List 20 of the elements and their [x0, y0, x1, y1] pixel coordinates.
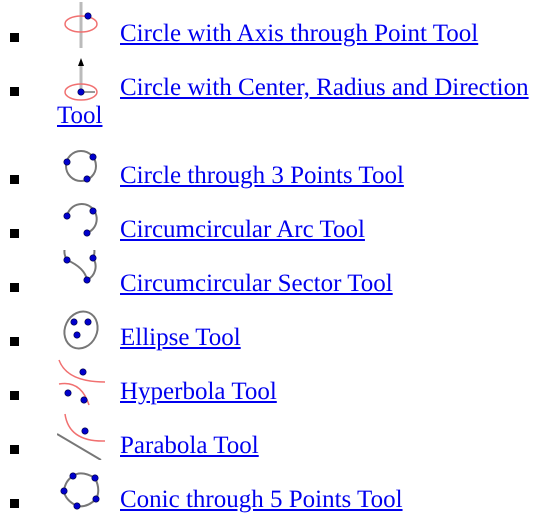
- tool-link[interactable]: Circumcircular Sector Tool: [57, 250, 545, 298]
- tool-link[interactable]: Conic through 5 Points Tool: [57, 466, 545, 514]
- tool-link[interactable]: Ellipse Tool: [57, 304, 545, 352]
- tool-link[interactable]: Parabola Tool: [57, 412, 545, 460]
- bullet-mark: [10, 229, 19, 238]
- hyperbola-icon: [57, 358, 105, 406]
- bullet-mark: [10, 391, 19, 400]
- tool-link[interactable]: Circle with Center, Radius and Direction Tool: [57, 54, 545, 130]
- parabola-icon: [57, 412, 105, 460]
- tool-link[interactable]: Circle through 3 Points Tool: [57, 142, 545, 190]
- bullet-mark: [10, 337, 19, 346]
- tool-link[interactable]: Circle with Axis through Point Tool: [57, 0, 545, 48]
- bullet-mark: [10, 499, 19, 508]
- bullet-mark: [10, 445, 19, 454]
- bullet-mark: [10, 33, 19, 42]
- bullet-mark: [10, 283, 19, 292]
- bullet-mark: [10, 175, 19, 184]
- tool-link[interactable]: Hyperbola Tool: [57, 358, 545, 406]
- tool-link[interactable]: Circumcircular Arc Tool: [57, 196, 545, 244]
- bullet-mark: [10, 87, 19, 96]
